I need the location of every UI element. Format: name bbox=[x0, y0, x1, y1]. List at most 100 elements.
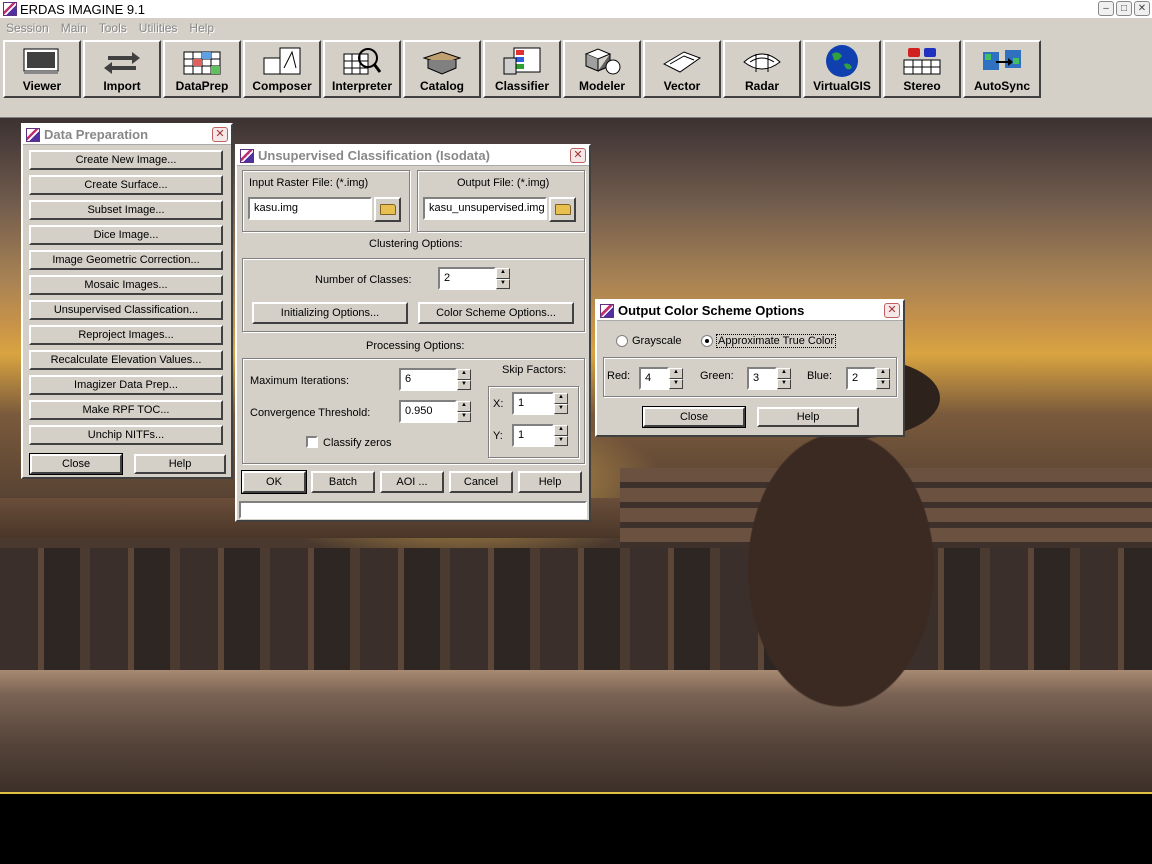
menu-help[interactable]: Help bbox=[183, 19, 220, 39]
unsup-titlebar: Unsupervised Classification (Isodata) ✕ bbox=[237, 146, 589, 166]
dataprep-title: Data Preparation bbox=[44, 127, 149, 142]
red-field[interactable]: 4 bbox=[639, 367, 669, 390]
skip-y-spinner[interactable]: ▲ ▼ bbox=[554, 425, 568, 446]
create-new-image-button[interactable]: Create New Image... bbox=[29, 150, 223, 170]
toolbar-interpreter-button[interactable]: Interpreter bbox=[323, 40, 401, 98]
reproject-images-button[interactable]: Reproject Images... bbox=[29, 325, 223, 345]
input-file-label: Input Raster File: (*.img) bbox=[249, 177, 369, 189]
grayscale-label: Grayscale bbox=[632, 335, 682, 347]
approx-true-color-label: Approximate True Color bbox=[716, 334, 837, 348]
color-scheme-help-button[interactable]: Help bbox=[757, 407, 859, 427]
folder-icon bbox=[379, 204, 396, 215]
unchip-nitfs-button[interactable]: Unchip NITFs... bbox=[29, 425, 223, 445]
unsupervised-classification-button[interactable]: Unsupervised Classification... bbox=[29, 300, 223, 320]
geometric-correction-button[interactable]: Image Geometric Correction... bbox=[29, 250, 223, 270]
aoi-button[interactable]: AOI ... bbox=[380, 471, 444, 493]
toolbar-virtualgis-button[interactable]: VirtualGIS bbox=[803, 40, 881, 98]
dataprep-close-button[interactable]: Close bbox=[29, 453, 123, 475]
max-iterations-field[interactable]: 6 bbox=[399, 368, 457, 391]
stereo-glasses-icon bbox=[900, 45, 944, 77]
output-file-field[interactable]: kasu_unsupervised.img bbox=[423, 197, 547, 220]
menu-utilities[interactable]: Utilities bbox=[133, 19, 184, 39]
num-classes-spinner[interactable]: ▲ ▼ bbox=[496, 268, 510, 289]
color-scheme-close-button[interactable]: Close bbox=[642, 406, 746, 428]
approx-true-color-radio[interactable] bbox=[701, 335, 713, 347]
toolbar-autosync-button[interactable]: AutoSync bbox=[963, 40, 1041, 98]
globe-icon bbox=[820, 45, 864, 77]
make-rpf-toc-button[interactable]: Make RPF TOC... bbox=[29, 400, 223, 420]
imagizer-data-prep-button[interactable]: Imagizer Data Prep... bbox=[29, 375, 223, 395]
classify-zeros-label: Classify zeros bbox=[323, 437, 392, 449]
erdas-logo-icon bbox=[3, 2, 17, 16]
menu-main[interactable]: Main bbox=[55, 19, 93, 39]
num-classes-label: Number of Classes: bbox=[315, 274, 412, 286]
subset-image-button[interactable]: Subset Image... bbox=[29, 200, 223, 220]
menu-bar: Session Main Tools Utilities Help bbox=[0, 19, 1152, 39]
interpreter-icon bbox=[340, 45, 384, 77]
classify-zeros-checkbox[interactable] bbox=[306, 436, 318, 448]
color-scheme-title: Output Color Scheme Options bbox=[618, 303, 805, 318]
toolbar-composer-button[interactable]: Composer bbox=[243, 40, 321, 98]
toolbar-dataprep-button[interactable]: DataPrep bbox=[163, 40, 241, 98]
output-color-scheme-dialog: Output Color Scheme Options ✕ Grayscale … bbox=[595, 299, 905, 437]
viewer-icon bbox=[20, 45, 64, 77]
color-scheme-options-button[interactable]: Color Scheme Options... bbox=[418, 302, 574, 324]
skip-factors-label: Skip Factors: bbox=[502, 364, 567, 376]
import-arrows-icon bbox=[100, 45, 144, 77]
grayscale-radio[interactable] bbox=[616, 335, 628, 347]
autosync-icon bbox=[980, 45, 1024, 77]
initializing-options-button[interactable]: Initializing Options... bbox=[252, 302, 408, 324]
recalculate-elevation-button[interactable]: Recalculate Elevation Values... bbox=[29, 350, 223, 370]
skip-x-field[interactable]: 1 bbox=[512, 392, 554, 415]
ok-button[interactable]: OK bbox=[241, 470, 307, 494]
mosaic-images-button[interactable]: Mosaic Images... bbox=[29, 275, 223, 295]
dataprep-close-x-button[interactable]: ✕ bbox=[212, 127, 228, 142]
input-file-field[interactable]: kasu.img bbox=[248, 197, 372, 220]
dataprep-titlebar: Data Preparation ✕ bbox=[23, 125, 231, 145]
dataprep-help-button[interactable]: Help bbox=[134, 454, 226, 474]
batch-button[interactable]: Batch bbox=[311, 471, 375, 493]
output-file-label: Output File: (*.img) bbox=[457, 177, 550, 189]
toolbar-classifier-button[interactable]: Classifier bbox=[483, 40, 561, 98]
toolbar-catalog-button[interactable]: Catalog bbox=[403, 40, 481, 98]
blue-field[interactable]: 2 bbox=[846, 367, 876, 390]
red-spinner[interactable]: ▲ ▼ bbox=[669, 368, 683, 389]
city-buildings bbox=[0, 548, 1152, 678]
toolbar-stereo-button[interactable]: Stereo bbox=[883, 40, 961, 98]
convergence-spinner[interactable]: ▲ ▼ bbox=[457, 401, 471, 422]
unsup-help-button[interactable]: Help bbox=[518, 471, 582, 493]
close-window-button[interactable]: ✕ bbox=[1134, 1, 1150, 16]
dataprep-icon bbox=[180, 45, 224, 77]
unsup-title: Unsupervised Classification (Isodata) bbox=[258, 148, 490, 163]
minimize-button[interactable]: – bbox=[1098, 1, 1114, 16]
unsupervised-classification-dialog: Unsupervised Classification (Isodata) ✕ … bbox=[235, 144, 591, 522]
clustering-options-label: Clustering Options: bbox=[369, 238, 463, 250]
menu-tools[interactable]: Tools bbox=[93, 19, 133, 39]
cancel-button[interactable]: Cancel bbox=[449, 471, 513, 493]
num-classes-field[interactable]: 2 bbox=[438, 267, 496, 290]
color-scheme-close-x-button[interactable]: ✕ bbox=[884, 303, 900, 318]
output-folder-button[interactable] bbox=[549, 197, 576, 222]
classifier-icon bbox=[500, 45, 544, 77]
skip-x-label: X: bbox=[493, 398, 504, 410]
green-spinner[interactable]: ▲ ▼ bbox=[777, 368, 791, 389]
toolbar-viewer-button[interactable]: Viewer bbox=[3, 40, 81, 98]
max-iterations-spinner[interactable]: ▲ ▼ bbox=[457, 369, 471, 390]
toolbar-radar-button[interactable]: Radar bbox=[723, 40, 801, 98]
toolbar-import-button[interactable]: Import bbox=[83, 40, 161, 98]
menu-session[interactable]: Session bbox=[0, 19, 55, 39]
unsup-close-x-button[interactable]: ✕ bbox=[570, 148, 586, 163]
create-surface-button[interactable]: Create Surface... bbox=[29, 175, 223, 195]
input-folder-button[interactable] bbox=[374, 197, 401, 222]
skip-y-label: Y: bbox=[493, 430, 503, 442]
blue-spinner[interactable]: ▲ ▼ bbox=[876, 368, 890, 389]
toolbar-vector-button[interactable]: Vector bbox=[643, 40, 721, 98]
maximize-button[interactable]: □ bbox=[1116, 1, 1132, 16]
app-titlebar: ERDAS IMAGINE 9.1 – □ ✕ bbox=[0, 0, 1152, 18]
toolbar-modeler-button[interactable]: Modeler bbox=[563, 40, 641, 98]
skip-y-field[interactable]: 1 bbox=[512, 424, 554, 447]
skip-x-spinner[interactable]: ▲ ▼ bbox=[554, 393, 568, 414]
convergence-field[interactable]: 0.950 bbox=[399, 400, 457, 423]
dice-image-button[interactable]: Dice Image... bbox=[29, 225, 223, 245]
green-field[interactable]: 3 bbox=[747, 367, 777, 390]
